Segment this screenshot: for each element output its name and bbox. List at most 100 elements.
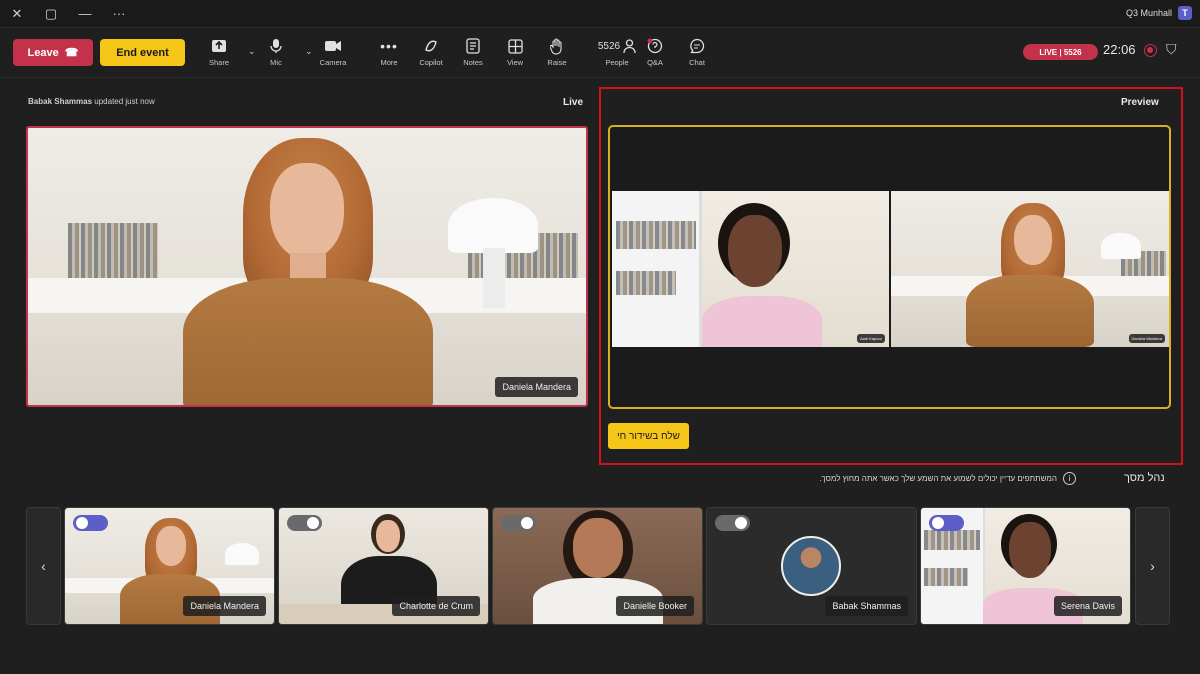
updated-by-name: Babak Shammas <box>28 97 93 106</box>
person-body <box>183 278 433 405</box>
person-face <box>728 215 782 287</box>
chat-icon <box>689 36 705 56</box>
live-name-tag: Daniela Mandera <box>495 377 578 397</box>
live-status-badge: LIVE | 5526 <box>1023 44 1098 60</box>
chat-button[interactable]: Chat <box>679 36 715 72</box>
grid-view-icon <box>507 36 523 56</box>
books <box>68 223 158 278</box>
participant-tile-serena[interactable]: Serena Davis <box>920 507 1131 625</box>
person-face <box>156 526 186 566</box>
copilot-icon <box>423 36 439 56</box>
minimize-window-icon[interactable]: — <box>68 0 102 28</box>
meeting-toolbar: Leave ☎ End event Share ⌄ Mic ⌄ Camera •… <box>0 28 1200 78</box>
manage-screen-row: נהל מסך i המשתתפים עדיין יכולים לשמוע את… <box>0 472 1200 488</box>
toggle-knob <box>521 517 533 529</box>
participant-name-tag: Charlotte de Crum <box>392 596 480 616</box>
person-body <box>966 275 1094 347</box>
notes-label: Notes <box>463 58 483 67</box>
raise-hand-icon <box>550 36 564 56</box>
leave-button[interactable]: Leave ☎ <box>13 39 93 66</box>
participant-name-tag: Serena Davis <box>1053 596 1122 616</box>
close-window-icon[interactable]: ✕ <box>0 0 34 28</box>
info-icon[interactable]: i <box>1063 472 1076 485</box>
notes-button[interactable]: Notes <box>455 36 491 72</box>
participant-name-tag: Daniela Mandera <box>183 596 266 616</box>
person-face <box>376 520 400 552</box>
more-label: More <box>380 58 398 67</box>
person-face <box>1014 215 1052 265</box>
end-event-button[interactable]: End event <box>100 39 185 66</box>
preview-tile: Daniela Mandera <box>891 191 1169 347</box>
participant-name-tag: Danielle Booker <box>616 596 694 616</box>
more-dots-icon: ••• <box>380 38 398 54</box>
raise-label: Raise <box>547 58 567 67</box>
participant-tile-charlotte[interactable]: Charlotte de Crum <box>278 507 489 625</box>
lamp <box>1101 233 1141 259</box>
manage-screen-title: נהל מסך <box>1124 472 1165 484</box>
spotlight-toggle[interactable] <box>715 515 750 531</box>
preview-tile: Aadi Kapoor <box>612 191 889 347</box>
participant-tile-danielle[interactable]: Danielle Booker <box>492 507 703 625</box>
strip-next-button[interactable]: › <box>1135 507 1170 625</box>
share-label: Share <box>208 58 229 67</box>
view-button[interactable]: View <box>497 36 533 72</box>
mic-button[interactable]: Mic <box>258 36 294 72</box>
title-bar: ✕ ▢ — ··· Q3 Munhall T <box>0 0 1200 28</box>
lamp <box>448 198 538 253</box>
participant-name-tag: Babak Shammas <box>825 596 908 616</box>
preview-section-title: Preview <box>1121 97 1159 108</box>
raise-hand-button[interactable]: Raise <box>539 36 575 72</box>
books <box>924 530 980 550</box>
books <box>924 568 968 586</box>
mic-options-chevron-icon[interactable]: ⌄ <box>248 46 256 57</box>
live-video-scene <box>28 128 586 405</box>
spotlight-toggle[interactable] <box>73 515 108 531</box>
person-face <box>573 518 623 578</box>
lamp-stem <box>483 248 505 308</box>
person-face <box>270 163 344 259</box>
send-live-button[interactable]: שלח בשידור חי <box>608 423 689 449</box>
camera-options-chevron-icon[interactable]: ⌄ <box>305 46 313 57</box>
preview-scene <box>891 191 1169 347</box>
preview-video-frame[interactable]: Aadi Kapoor Daniela Mandera <box>608 125 1171 409</box>
books <box>616 271 676 295</box>
participant-tile-babak[interactable]: Babak Shammas <box>706 507 917 625</box>
updated-status: Babak Shammas updated just now <box>28 97 155 106</box>
live-section-title: Live <box>563 97 584 108</box>
maximize-window-icon[interactable]: ▢ <box>34 0 68 28</box>
lamp <box>225 543 259 565</box>
toggle-knob <box>932 517 944 529</box>
people-count: 5526 <box>597 40 621 52</box>
strip-prev-button[interactable]: ‹ <box>26 507 61 625</box>
qa-icon <box>647 36 664 56</box>
copilot-button[interactable]: Copilot <box>413 36 449 72</box>
spotlight-toggle[interactable] <box>501 515 536 531</box>
more-button[interactable]: ••• More <box>371 36 407 72</box>
spotlight-toggle[interactable] <box>929 515 964 531</box>
qa-button[interactable]: Q&A <box>637 36 673 72</box>
shelf <box>612 191 702 347</box>
camera-icon <box>324 36 342 56</box>
person-face <box>1009 522 1051 578</box>
participant-tile-daniela[interactable]: Daniela Mandera <box>64 507 275 625</box>
share-button[interactable]: Share <box>201 36 237 72</box>
toggle-knob <box>307 517 319 529</box>
people-icon <box>623 38 636 53</box>
meeting-timer: 22:06 <box>1103 42 1136 57</box>
phone-hangup-icon: ☎ <box>64 47 79 59</box>
shield-icon: ⛉ <box>1166 41 1177 57</box>
live-video-frame[interactable]: Daniela Mandera <box>26 126 588 407</box>
notes-icon <box>466 36 480 56</box>
toggle-knob <box>735 517 747 529</box>
preview-tile-name-tag: Aadi Kapoor <box>856 334 885 343</box>
chevron-right-icon: › <box>1150 558 1155 574</box>
qa-label: Q&A <box>647 58 663 67</box>
camera-button[interactable]: Camera <box>315 36 351 72</box>
spotlight-toggle[interactable] <box>287 515 322 531</box>
preview-scene <box>612 191 889 347</box>
teams-logo-icon: T <box>1178 6 1192 20</box>
copilot-label: Copilot <box>419 58 443 67</box>
preview-tile-name-tag: Daniela Mandera <box>1128 334 1165 343</box>
more-options-button[interactable]: ··· <box>102 0 136 28</box>
view-label: View <box>506 58 524 67</box>
